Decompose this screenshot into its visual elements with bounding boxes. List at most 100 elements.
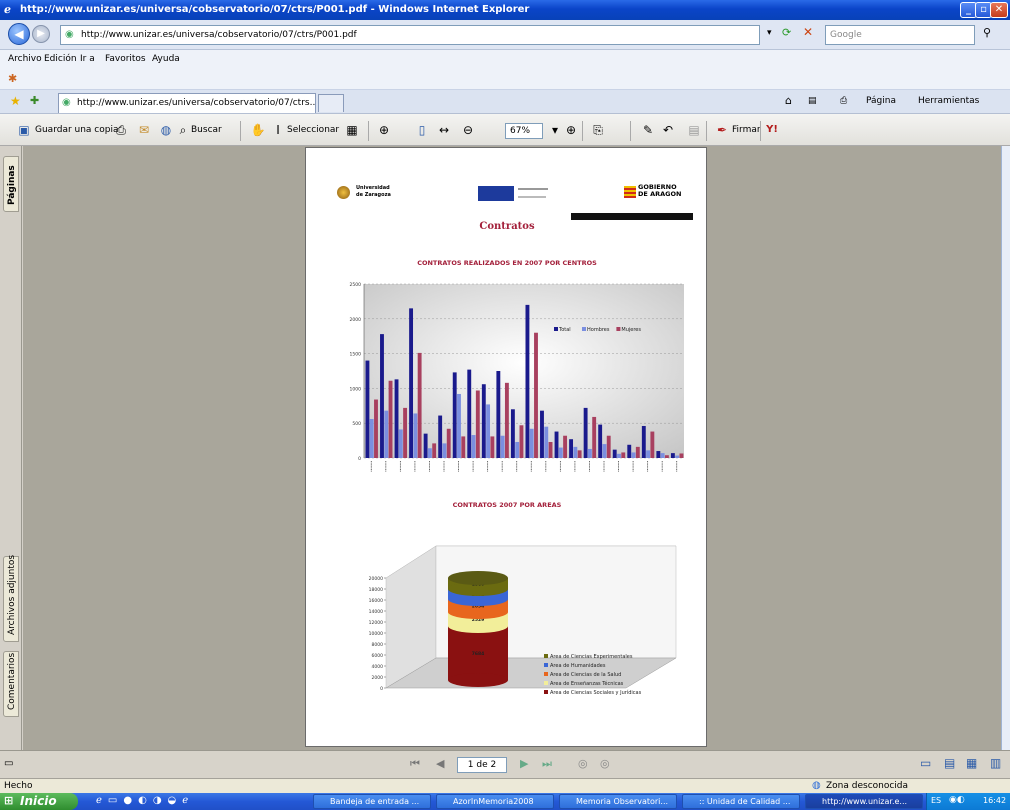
- zoom-dropdown-icon[interactable]: ▾: [547, 122, 563, 138]
- fit-page-icon[interactable]: ▯: [414, 122, 430, 138]
- bar-hombres: [573, 446, 578, 458]
- stop-icon[interactable]: ✕: [803, 25, 813, 39]
- bar-mujeres: [635, 446, 640, 458]
- next-page-icon[interactable]: ▶: [520, 757, 528, 770]
- continuous-icon[interactable]: ▤: [944, 756, 955, 770]
- bar-hombres: [457, 393, 461, 458]
- zoom-in-icon[interactable]: ⊕: [563, 122, 579, 138]
- prev-view-icon[interactable]: ◎: [578, 757, 588, 770]
- search-input[interactable]: Google: [825, 25, 975, 45]
- y-tick-label: 4000: [372, 664, 384, 670]
- aragon-logo-mark: [624, 186, 636, 198]
- last-page-icon[interactable]: ⏭: [542, 757, 552, 771]
- close-button[interactable]: ✕: [990, 2, 1008, 18]
- menu-ayuda[interactable]: Ayuda: [152, 54, 180, 64]
- menu-edicion[interactable]: Edición: [44, 54, 77, 64]
- bar-hombres: [427, 448, 432, 458]
- sign-button[interactable]: Firmar: [732, 125, 761, 135]
- next-view-icon[interactable]: ◎: [600, 757, 610, 770]
- bar-hombres: [558, 447, 563, 458]
- zoom-icon[interactable]: ⊕: [376, 122, 392, 138]
- tray-icons[interactable]: ◉◐: [949, 795, 965, 805]
- save-copy-button[interactable]: Guardar una copia: [35, 125, 119, 135]
- comment-icon[interactable]: ✎: [640, 122, 656, 138]
- legend-swatch: [554, 327, 558, 331]
- tools-menu[interactable]: Herramientas: [918, 96, 979, 106]
- feeds-icon[interactable]: ▤: [808, 96, 817, 106]
- collab-icon[interactable]: ◍: [158, 122, 174, 138]
- favorites-star-icon[interactable]: ★: [10, 94, 21, 108]
- continuous-facing-icon[interactable]: ▥: [990, 756, 1001, 770]
- start-button[interactable]: ⊞ Inicio: [0, 793, 78, 810]
- menu-archivo[interactable]: Archivo: [8, 54, 42, 64]
- task-ie-calidad[interactable]: :: Unidad de Calidad ...: [682, 794, 800, 809]
- legend-label: Area de Ciencias Experimentales: [550, 654, 633, 660]
- add-favorite-icon[interactable]: ✚: [30, 94, 39, 107]
- select-cursor-icon[interactable]: I: [270, 122, 286, 138]
- sign-pen-icon[interactable]: ✒: [714, 122, 730, 138]
- bar-total: [554, 431, 559, 458]
- undo-icon[interactable]: ↶: [660, 122, 676, 138]
- print-icon[interactable]: ⎙: [840, 96, 847, 106]
- title-bar: ℯ http://www.unizar.es/universa/cobserva…: [0, 0, 1010, 20]
- bar-mujeres: [592, 416, 597, 458]
- email-icon[interactable]: ✉: [136, 122, 152, 138]
- first-page-icon[interactable]: ⏮: [410, 757, 420, 771]
- chart2-title: CONTRATOS 2007 POR AREAS: [452, 501, 562, 509]
- print-icon[interactable]: ⎙: [113, 122, 129, 138]
- vertical-scrollbar[interactable]: [1001, 146, 1010, 750]
- bar-total: [510, 409, 515, 458]
- bar-mujeres: [374, 399, 378, 458]
- dropdown-arrow-icon[interactable]: ▾: [767, 28, 772, 38]
- bar-mujeres: [679, 453, 684, 458]
- search-icon[interactable]: ⚲: [983, 26, 991, 39]
- search-button[interactable]: Buscar: [191, 125, 222, 135]
- refresh-icon[interactable]: ⟳: [782, 26, 791, 39]
- page-number-input[interactable]: 1 de 2: [457, 757, 507, 773]
- back-button[interactable]: ◀: [8, 23, 30, 45]
- prev-page-icon[interactable]: ◀: [436, 757, 444, 770]
- tab-current[interactable]: ◉ http://www.unizar.es/universa/cobserva…: [58, 93, 316, 113]
- task-folder[interactable]: AzorInMemoria2008: [436, 794, 554, 809]
- zoom-input[interactable]: 67%: [505, 123, 543, 139]
- bar-hombres: [471, 435, 476, 458]
- legend-swatch: [582, 327, 586, 331]
- single-page-icon[interactable]: ▭: [920, 756, 931, 770]
- fit-width-icon[interactable]: ↔: [436, 122, 452, 138]
- quick-launch-icons[interactable]: ℯ▭●◐◑◒ℯ: [96, 795, 194, 806]
- menu-ir-a[interactable]: Ir a: [80, 54, 95, 64]
- language-indicator[interactable]: ES: [931, 796, 941, 805]
- bar-total: [612, 449, 617, 458]
- task-word[interactable]: Memoria Observatori...: [559, 794, 677, 809]
- address-input[interactable]: ◉ http://www.unizar.es/universa/cobserva…: [60, 25, 760, 45]
- save-icon[interactable]: ▣: [16, 122, 32, 138]
- task-ie-unizar[interactable]: http://www.unizar.e...: [805, 794, 923, 809]
- attach-icon[interactable]: ▤: [686, 122, 702, 138]
- tab-pages[interactable]: Páginas: [3, 156, 19, 212]
- binoculars-icon[interactable]: ⌕: [175, 122, 191, 138]
- forward-button[interactable]: ▶: [32, 25, 50, 43]
- new-tab-button[interactable]: [318, 94, 344, 112]
- translate-icon[interactable]: ✱: [8, 72, 17, 85]
- snapshot-icon[interactable]: ▦: [344, 122, 360, 138]
- yahoo-icon[interactable]: Y!: [764, 122, 780, 138]
- tab-comments[interactable]: Comentarios: [3, 651, 19, 717]
- globe-icon: ◍: [812, 780, 821, 791]
- zoom-out-icon[interactable]: ⊖: [460, 122, 476, 138]
- pages-icon[interactable]: ⎘: [590, 122, 606, 138]
- page-menu[interactable]: Página: [866, 96, 896, 106]
- tab-attachments[interactable]: Archivos adjuntos: [3, 555, 19, 642]
- menu-favoritos[interactable]: Favoritos: [105, 54, 146, 64]
- home-icon[interactable]: ⌂: [785, 94, 792, 107]
- panel-toggle-icon[interactable]: ▭: [4, 758, 13, 769]
- bar-mujeres: [403, 407, 408, 458]
- bar-mujeres: [548, 441, 553, 458]
- facing-icon[interactable]: ▦: [966, 756, 977, 770]
- select-button[interactable]: Seleccionar: [287, 125, 339, 135]
- hand-tool-icon[interactable]: ✋: [250, 122, 266, 138]
- extra-toolbar: ✱: [0, 68, 1010, 90]
- legend-swatch: [544, 654, 548, 658]
- y-tick-label: 14000: [369, 609, 383, 615]
- bar-hombres: [617, 453, 621, 458]
- task-outlook[interactable]: Bandeja de entrada ...: [313, 794, 431, 809]
